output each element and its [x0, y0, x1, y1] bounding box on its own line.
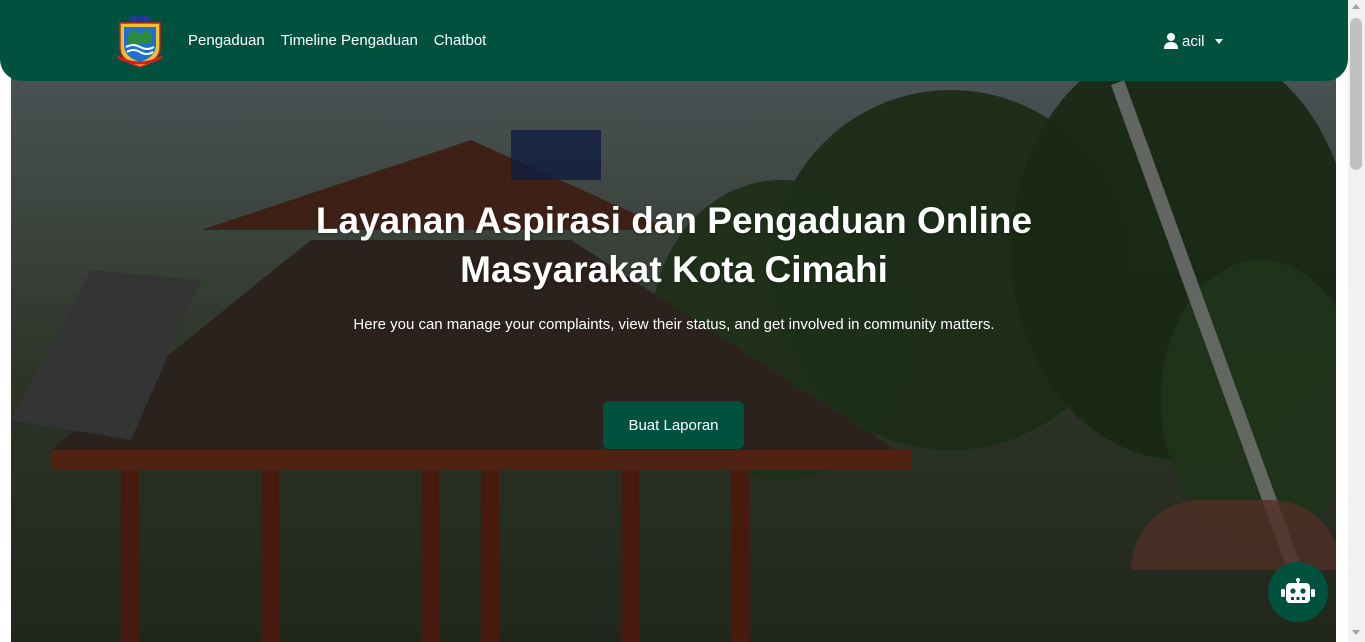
vertical-scrollbar[interactable]	[1348, 0, 1365, 642]
scroll-up-arrow-icon[interactable]	[1352, 4, 1360, 9]
navbar: Pengaduan Timeline Pengaduan Chatbot aci…	[0, 0, 1348, 81]
page-title: Layanan Aspirasi dan Pengaduan Online Ma…	[200, 196, 1148, 294]
buat-laporan-button[interactable]: Buat Laporan	[603, 401, 744, 449]
page-title-line-2: Masyarakat Kota Cimahi	[460, 249, 888, 290]
page-title-line-1: Layanan Aspirasi dan Pengaduan Online	[315, 200, 1033, 241]
nav-link-chatbot[interactable]: Chatbot	[434, 32, 487, 49]
nav-link-timeline-pengaduan[interactable]: Timeline Pengaduan	[281, 32, 418, 49]
chatbot-button[interactable]	[1268, 562, 1328, 622]
scrollbar-thumb[interactable]	[1350, 18, 1362, 170]
user-icon	[1164, 33, 1178, 49]
hero-subtitle: Here you can manage your complaints, vie…	[353, 316, 995, 333]
robot-icon	[1281, 578, 1315, 603]
scroll-down-arrow-icon[interactable]	[1352, 630, 1360, 635]
nav-link-pengaduan[interactable]: Pengaduan	[188, 32, 265, 49]
caret-down-icon	[1214, 38, 1223, 44]
page: Pengaduan Timeline Pengaduan Chatbot aci…	[0, 0, 1365, 642]
user-menu-toggle[interactable]: acil	[1164, 30, 1223, 52]
cimahi-city-emblem-icon[interactable]	[116, 13, 164, 69]
user-name: acil	[1182, 32, 1205, 50]
nav-links: Pengaduan Timeline Pengaduan Chatbot	[188, 0, 486, 81]
